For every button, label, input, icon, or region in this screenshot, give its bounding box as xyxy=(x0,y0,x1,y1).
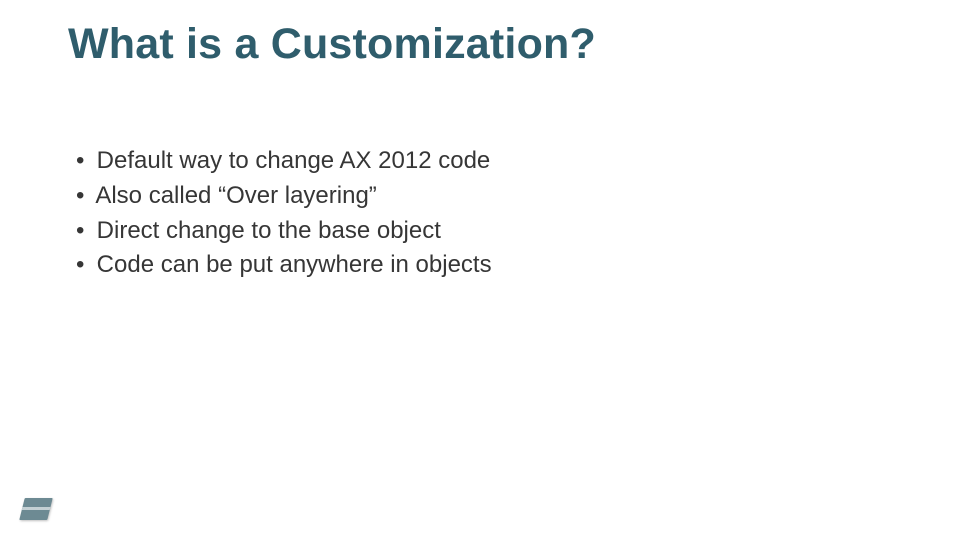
list-item: • Also called “Over layering” xyxy=(76,179,492,214)
brand-logo-icon xyxy=(19,498,52,520)
slide: What is a Customization? • Default way t… xyxy=(0,0,960,540)
bullet-text: Direct change to the base object xyxy=(97,217,441,244)
slide-title: What is a Customization? xyxy=(68,20,596,69)
bullet-text: Default way to change AX 2012 code xyxy=(97,147,491,174)
bullet-icon: • xyxy=(76,214,90,249)
bullet-text: Also called “Over layering” xyxy=(95,182,376,209)
bullet-list: • Default way to change AX 2012 code • A… xyxy=(76,144,492,283)
list-item: • Default way to change AX 2012 code xyxy=(76,144,492,179)
list-item: • Direct change to the base object xyxy=(76,214,492,249)
bullet-icon: • xyxy=(76,144,90,179)
bullet-icon: • xyxy=(76,179,90,214)
bullet-icon: • xyxy=(76,248,90,283)
bullet-text: Code can be put anywhere in objects xyxy=(97,251,492,278)
list-item: • Code can be put anywhere in objects xyxy=(76,248,492,283)
